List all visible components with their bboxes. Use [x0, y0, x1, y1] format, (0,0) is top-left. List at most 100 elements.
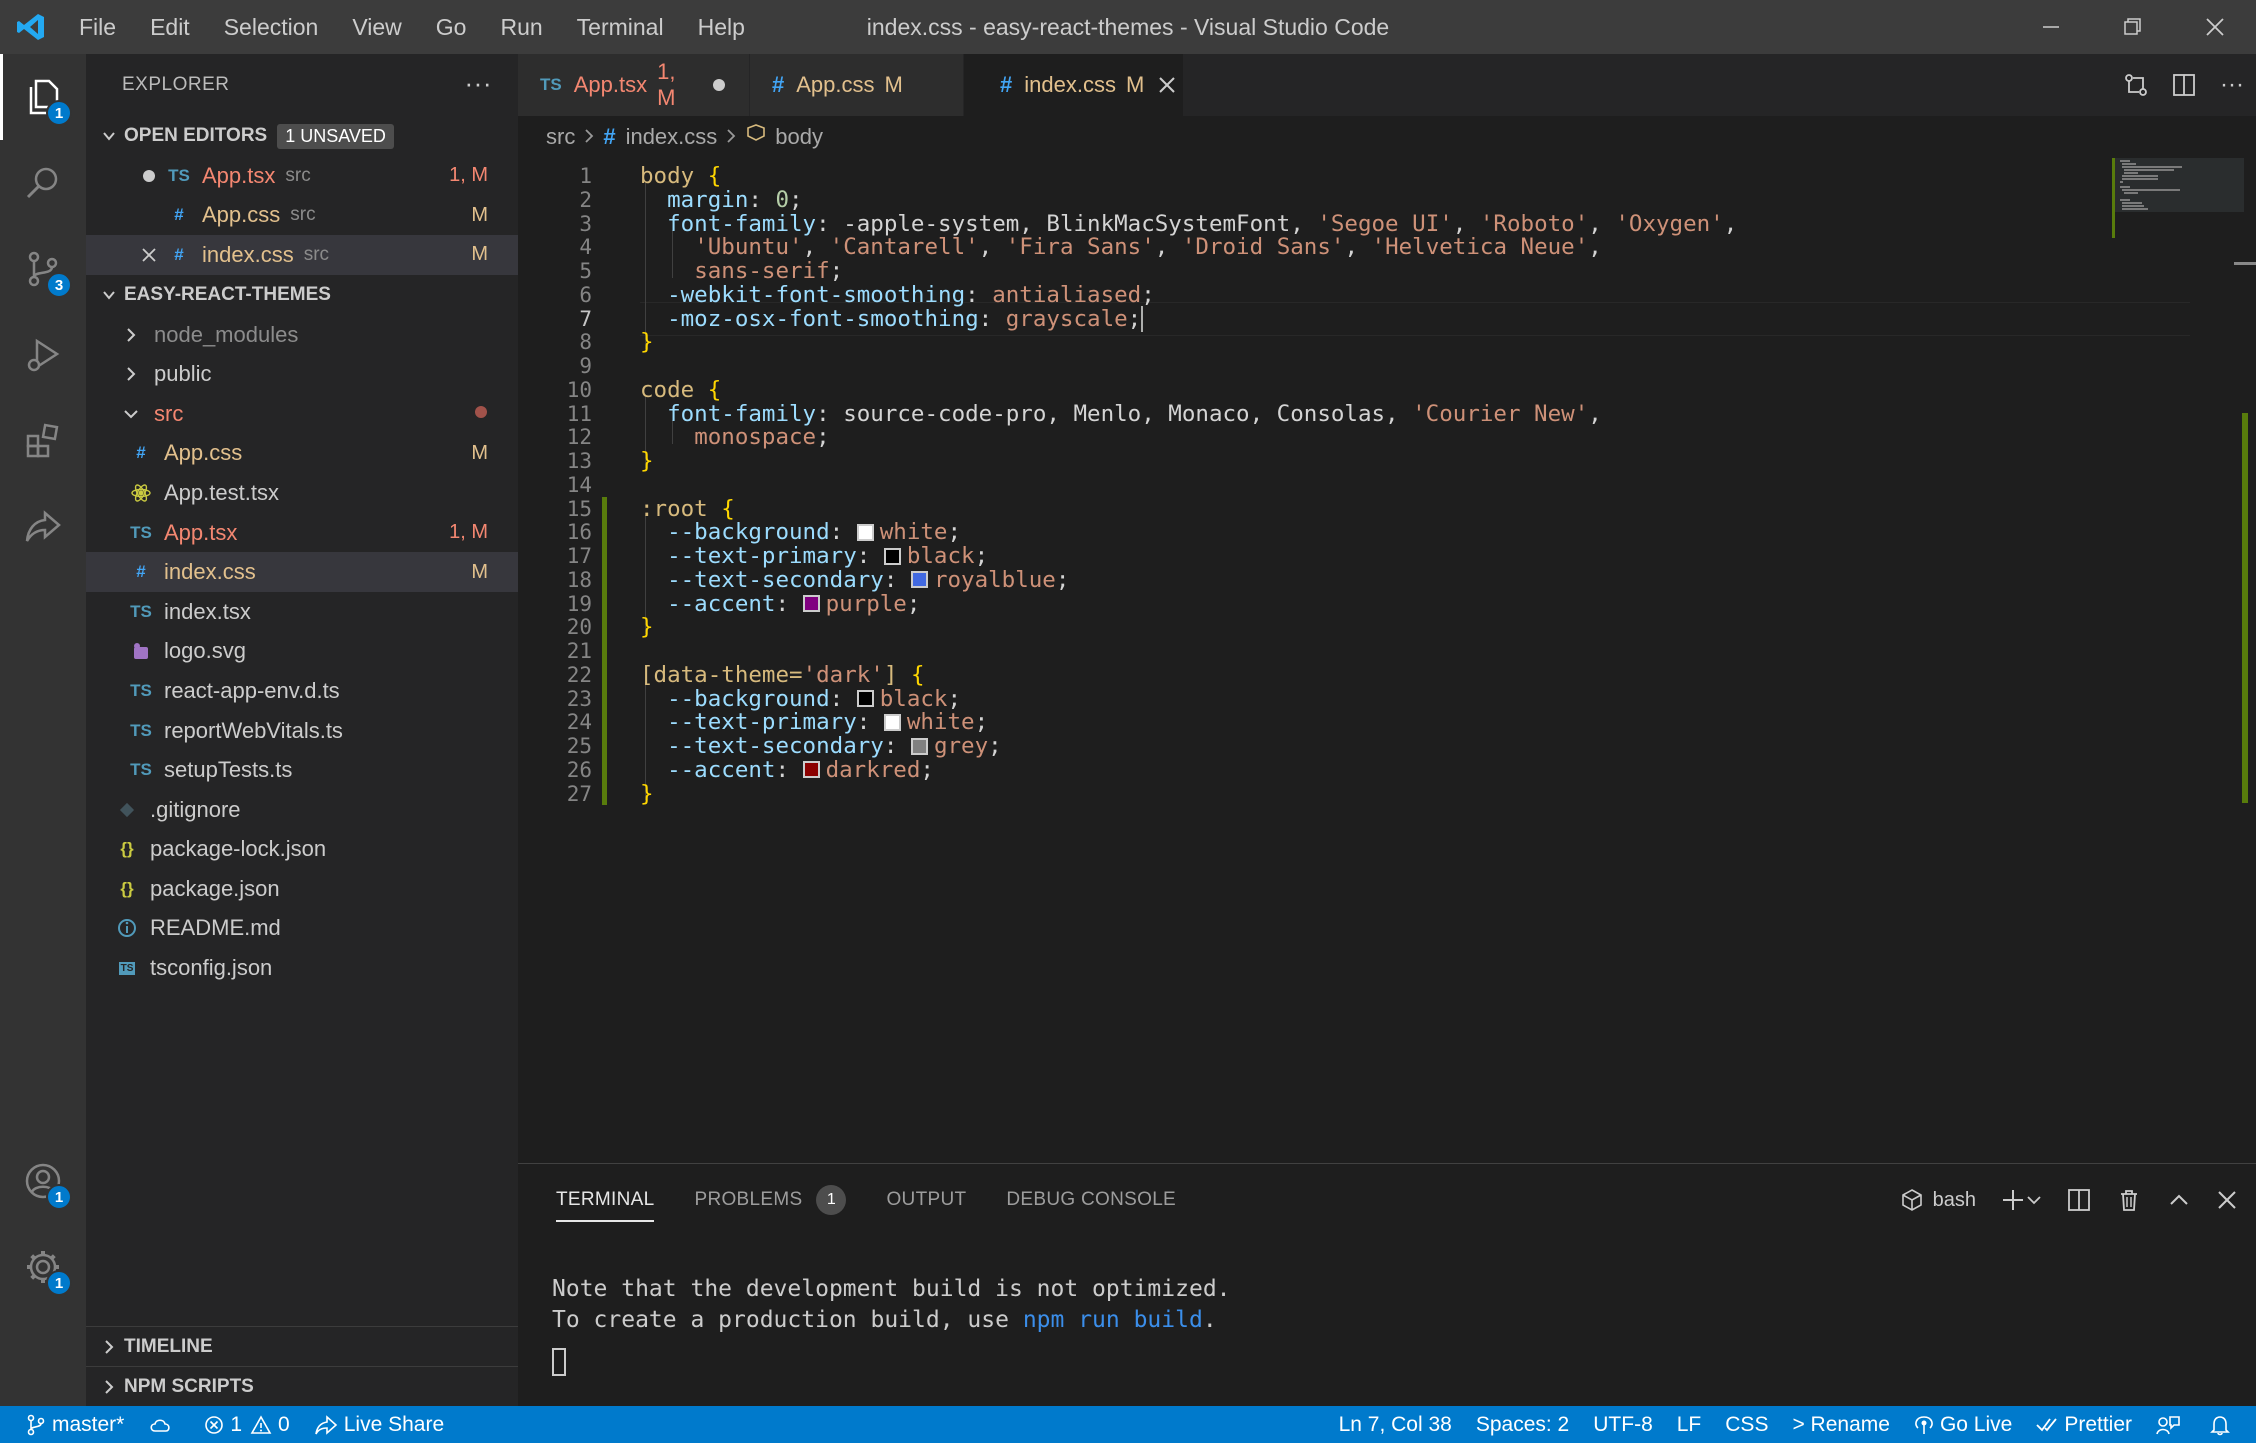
activity-bar: 1 3 1 1	[0, 54, 86, 1406]
search-activity[interactable]	[0, 140, 86, 226]
menu-go[interactable]: Go	[419, 0, 484, 54]
css-file-icon: #	[136, 562, 146, 582]
tab-output[interactable]: OUTPUT	[886, 1164, 966, 1236]
indentation[interactable]: Spaces: 2	[1464, 1406, 1581, 1443]
source-control-activity[interactable]: 3	[0, 226, 86, 312]
menu-terminal[interactable]: Terminal	[560, 0, 681, 54]
code-line[interactable]: 27}	[518, 777, 2118, 811]
menu-file[interactable]: File	[62, 0, 133, 54]
tree-file-app-test[interactable]: App.test.tsx	[86, 473, 518, 513]
go-live-button[interactable]: Go Live	[1902, 1406, 2024, 1443]
cursor-position[interactable]: Ln 7, Col 38	[1327, 1406, 1464, 1443]
tab-index-css[interactable]: # index.css M	[964, 54, 1184, 116]
terminal-output[interactable]: Note that the development build is not o…	[552, 1274, 1231, 1377]
extensions-activity[interactable]	[0, 398, 86, 484]
explorer-activity[interactable]: 1	[0, 54, 86, 140]
tab-app-css[interactable]: # App.css M	[750, 54, 964, 116]
code-editor[interactable]: 1 body {2 margin: 0; 3 font-family: -apple…	[518, 158, 2190, 1163]
menu-run[interactable]: Run	[483, 0, 559, 54]
breadcrumb-symbol[interactable]: body	[775, 124, 823, 150]
tree-file-logo[interactable]: logo.svg	[86, 632, 518, 672]
tree-file-index-tsx[interactable]: TS index.tsx	[86, 592, 518, 632]
minimize-button[interactable]	[2010, 0, 2092, 54]
problems-indicator[interactable]: 1 0	[192, 1406, 301, 1443]
tree-file-setup-tests[interactable]: TS setupTests.ts	[86, 750, 518, 790]
svg-file-icon	[128, 641, 154, 661]
open-editor-item[interactable]: # index.css src M	[86, 235, 518, 275]
tree-file-package[interactable]: {} package.json	[86, 869, 518, 909]
close-panel-button[interactable]	[2216, 1189, 2238, 1211]
run-debug-activity[interactable]	[0, 312, 86, 398]
close-window-button[interactable]	[2174, 0, 2256, 54]
unsaved-dot-icon[interactable]	[711, 78, 727, 92]
menu-view[interactable]: View	[335, 0, 418, 54]
tab-terminal[interactable]: TERMINAL	[556, 1164, 655, 1236]
tree-file-report-web-vitals[interactable]: TS reportWebVitals.ts	[86, 711, 518, 751]
tree-file-readme[interactable]: README.md	[86, 909, 518, 949]
menu-selection[interactable]: Selection	[207, 0, 336, 54]
open-editor-item[interactable]: TS App.tsx src 1, M	[86, 156, 518, 196]
tree-file-app-css[interactable]: # App.css M	[86, 434, 518, 474]
chevron-right-icon	[725, 124, 737, 150]
title-bar: File Edit Selection View Go Run Terminal…	[0, 0, 2256, 54]
menu-edit[interactable]: Edit	[133, 0, 207, 54]
more-actions-icon[interactable]: ···	[2208, 71, 2256, 99]
more-actions-icon[interactable]: ···	[465, 68, 492, 99]
tree-file-react-app-env[interactable]: TS react-app-env.d.ts	[86, 671, 518, 711]
open-changes-icon[interactable]	[2112, 72, 2160, 98]
kill-terminal-button[interactable]	[2116, 1187, 2142, 1213]
new-terminal-button[interactable]	[2000, 1187, 2042, 1213]
tree-file-gitignore[interactable]: .gitignore	[86, 790, 518, 830]
json-file-icon: {}	[120, 878, 134, 898]
split-editor-icon[interactable]	[2160, 72, 2208, 98]
breadcrumb-folder[interactable]: src	[546, 124, 575, 150]
editor-scrollbar[interactable]	[2234, 158, 2256, 1163]
feedback-button[interactable]	[2144, 1406, 2198, 1443]
tree-folder-src[interactable]: src	[86, 394, 518, 434]
bottom-panel: TERMINAL PROBLEMS 1 OUTPUT DEBUG CONSOLE …	[518, 1163, 2256, 1406]
terminal-command-link[interactable]: npm run build	[1023, 1307, 1203, 1333]
file-status: M	[471, 441, 488, 464]
close-icon[interactable]	[136, 247, 162, 263]
tree-file-tsconfig[interactable]: TS tsconfig.json	[86, 948, 518, 988]
panel-actions: bash	[1887, 1164, 2256, 1236]
unsaved-dot-icon[interactable]	[136, 169, 162, 183]
language-mode[interactable]: CSS	[1713, 1406, 1780, 1443]
tree-folder-public[interactable]: public	[86, 354, 518, 394]
open-editor-item[interactable]: # App.css src M	[86, 196, 518, 236]
terminal-shell-selector[interactable]: bash	[1899, 1187, 1976, 1213]
live-share-activity[interactable]	[0, 484, 86, 570]
tab-problems[interactable]: PROBLEMS 1	[694, 1164, 847, 1236]
tab-debug-console[interactable]: DEBUG CONSOLE	[1006, 1164, 1176, 1236]
breadcrumb-file[interactable]: index.css	[626, 124, 718, 150]
folder-status-dot-icon	[474, 402, 488, 425]
close-icon[interactable]	[1158, 76, 1176, 94]
tree-file-app-tsx[interactable]: TS App.tsx 1, M	[86, 513, 518, 553]
typescript-file-icon: TS	[130, 720, 152, 740]
npm-scripts-header[interactable]: NPM SCRIPTS	[86, 1366, 518, 1406]
rename-button[interactable]: > Rename	[1780, 1406, 1901, 1443]
end-of-line[interactable]: LF	[1665, 1406, 1714, 1443]
encoding[interactable]: UTF-8	[1581, 1406, 1665, 1443]
menu-help[interactable]: Help	[681, 0, 762, 54]
timeline-header[interactable]: TIMELINE	[86, 1326, 518, 1366]
accounts-activity[interactable]: 1	[0, 1138, 86, 1224]
sync-button[interactable]	[136, 1406, 192, 1443]
maximize-panel-button[interactable]	[2166, 1187, 2192, 1213]
prettier-label: Prettier	[2064, 1412, 2132, 1436]
tree-file-index-css[interactable]: # index.css M	[86, 552, 518, 592]
file-name: package.json	[150, 875, 280, 901]
branch-indicator[interactable]: master*	[0, 1406, 136, 1443]
live-share-button[interactable]: Live Share	[302, 1406, 456, 1443]
split-terminal-button[interactable]	[2066, 1187, 2092, 1213]
project-header[interactable]: EASY-REACT-THEMES	[86, 275, 518, 315]
settings-activity[interactable]: 1	[0, 1224, 86, 1310]
notifications-button[interactable]	[2198, 1406, 2256, 1443]
prettier-button[interactable]: Prettier	[2024, 1406, 2144, 1443]
tab-app-tsx[interactable]: TS App.tsx 1, M	[518, 54, 750, 116]
tree-folder-node-modules[interactable]: node_modules	[86, 315, 518, 355]
open-editors-header[interactable]: OPEN EDITORS 1 UNSAVED	[86, 116, 518, 156]
restore-button[interactable]	[2092, 0, 2174, 54]
tree-file-package-lock[interactable]: {} package-lock.json	[86, 830, 518, 870]
tab-status: M	[1125, 72, 1145, 97]
